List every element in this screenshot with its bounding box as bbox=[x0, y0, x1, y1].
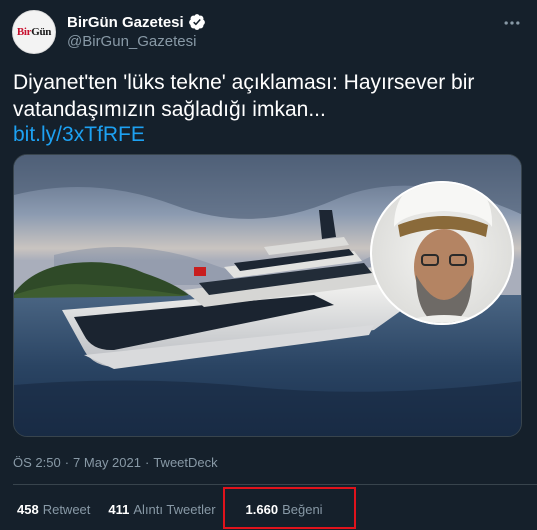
tweet-link[interactable]: bit.ly/3xTfRFE bbox=[13, 121, 145, 148]
retweet-count-link[interactable]: 458 Retweet bbox=[17, 502, 90, 517]
divider bbox=[13, 484, 537, 485]
quote-label: Alıntı Tweetler bbox=[133, 502, 216, 517]
tweet-meta: ÖS 2:50 · 7 May 2021 · TweetDeck bbox=[13, 455, 218, 470]
verified-badge-icon bbox=[188, 13, 206, 31]
tweet-text: Diyanet'ten 'lüks tekne' açıklaması: Hay… bbox=[13, 71, 475, 121]
tweet-date[interactable]: 7 May 2021 bbox=[73, 455, 141, 470]
name-row: BirGün Gazetesi bbox=[67, 13, 206, 31]
sea-shadow bbox=[14, 380, 521, 436]
tweet-detail: BirGün BirGün Gazetesi @BirGun_Gazetesi … bbox=[0, 0, 537, 530]
quote-count-link[interactable]: 411 Alıntı Tweetler bbox=[108, 502, 215, 517]
avatar-logo: BirGün bbox=[16, 26, 52, 38]
highlight-annotation-box bbox=[223, 487, 356, 529]
meta-separator: · bbox=[144, 455, 150, 470]
tweet-media-image[interactable] bbox=[13, 154, 522, 437]
quote-count: 411 bbox=[108, 502, 130, 517]
tweet-time[interactable]: ÖS 2:50 bbox=[13, 455, 61, 470]
retweet-count: 458 bbox=[17, 502, 39, 517]
retweet-label: Retweet bbox=[42, 502, 91, 517]
handle[interactable]: @BirGun_Gazetesi bbox=[67, 33, 196, 50]
meta-separator: · bbox=[64, 455, 70, 470]
tweet-source[interactable]: TweetDeck bbox=[153, 455, 217, 470]
display-name[interactable]: BirGün Gazetesi bbox=[67, 14, 184, 31]
avatar[interactable]: BirGün bbox=[12, 10, 56, 54]
more-horizontal-icon[interactable] bbox=[501, 12, 523, 34]
